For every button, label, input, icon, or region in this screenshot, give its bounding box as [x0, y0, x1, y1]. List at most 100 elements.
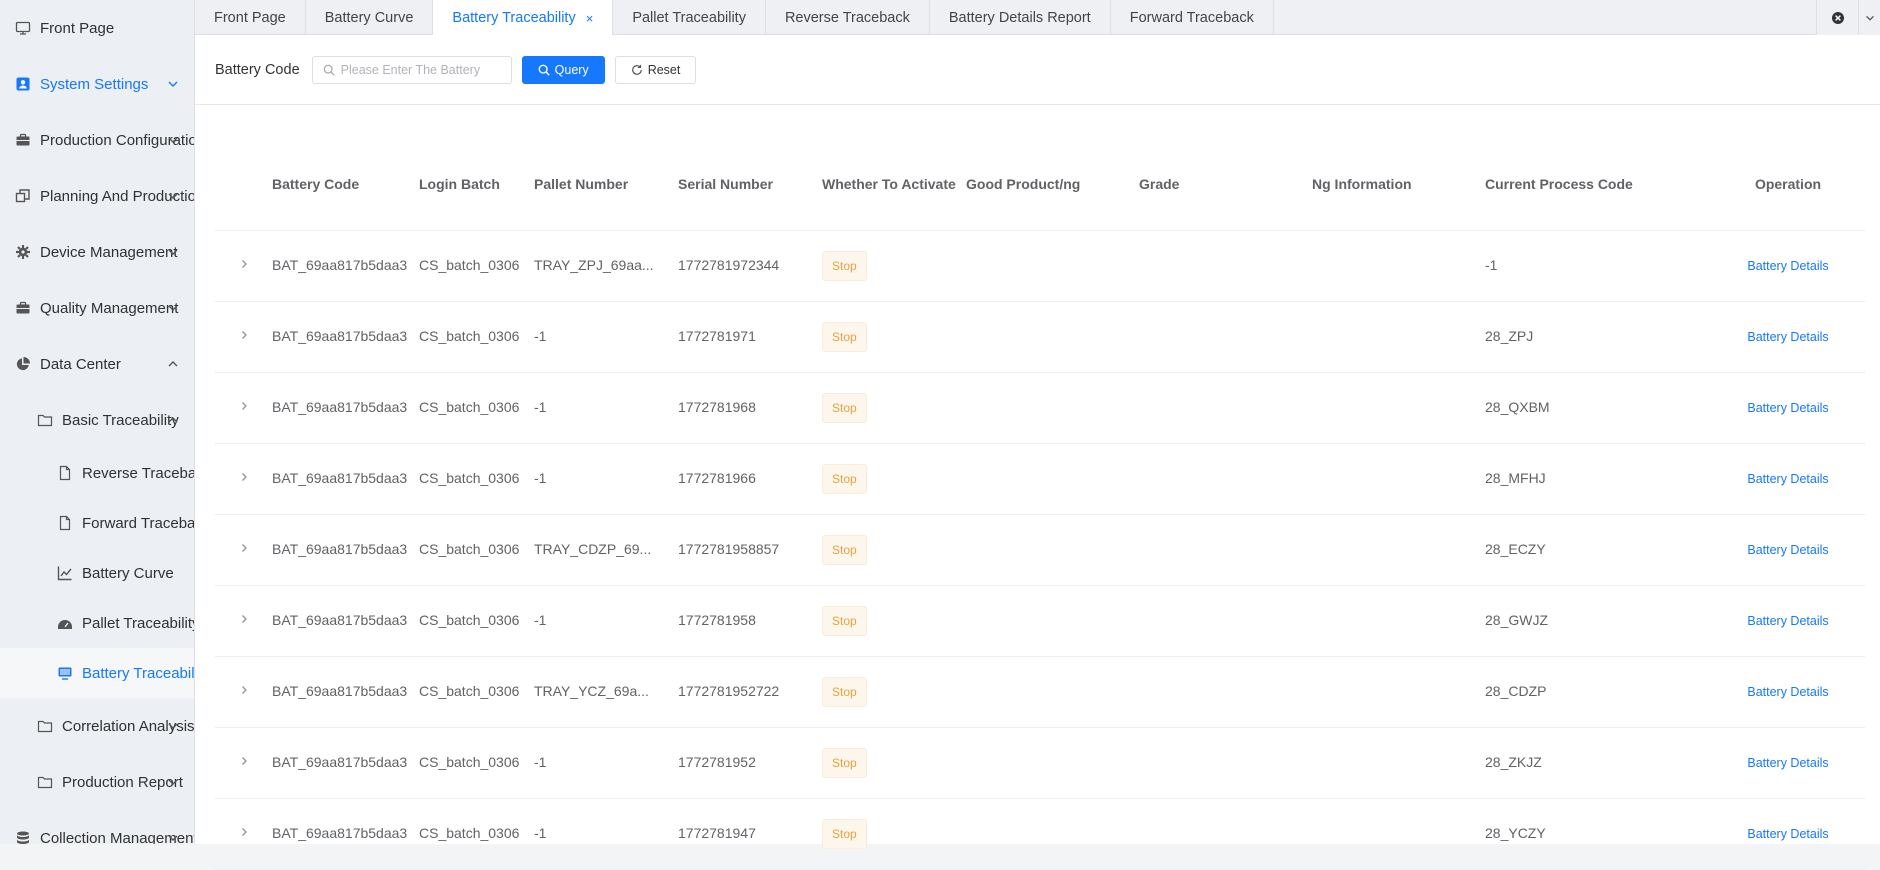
battery-code-cell: BAT_69aa817b5daa3 — [272, 257, 408, 273]
tab-label: Forward Traceback — [1129, 9, 1254, 26]
process-code-cell: 28_QXBM — [1485, 399, 1550, 415]
chevron-down-icon — [168, 305, 178, 311]
dashboard-icon — [56, 614, 74, 632]
status-badge: Stop — [822, 463, 867, 494]
table-header-row: Battery Code Login Batch Pallet Number S… — [215, 140, 1865, 231]
battery-table: Battery Code Login Batch Pallet Number S… — [215, 140, 1865, 870]
chevron-right-icon — [241, 828, 247, 836]
expand-row-button[interactable] — [215, 727, 272, 799]
serial-number-cell: 1772781947 — [678, 825, 756, 841]
login-batch-cell: CS_batch_0306 — [419, 754, 520, 770]
tab-label: Front Page — [214, 9, 286, 26]
header-serial-number: Serial Number — [678, 140, 822, 231]
login-batch-cell: CS_batch_0306 — [419, 257, 520, 273]
battery-details-link[interactable]: Battery Details — [1747, 756, 1828, 770]
reset-button[interactable]: Reset — [614, 55, 697, 84]
header-label: Pallet Number — [534, 176, 629, 193]
table-row: BAT_69aa817b5daa3 CS_batch_0306 -1 17727… — [215, 585, 1865, 657]
tab-label: Reverse Traceback — [784, 9, 910, 26]
close-circle-icon — [1831, 11, 1844, 24]
battery-details-link[interactable]: Battery Details — [1747, 472, 1828, 486]
chevron-up-icon — [168, 361, 178, 367]
battery-details-link[interactable]: Battery Details — [1747, 614, 1828, 628]
sidebar-item-pallet-traceability[interactable]: Pallet Traceability — [0, 598, 194, 648]
tabs-dropdown-button[interactable] — [1858, 0, 1880, 35]
sidebar-item-forward-traceback[interactable]: Forward Traceback — [0, 498, 194, 548]
expand-row-button[interactable] — [215, 230, 272, 302]
query-button[interactable]: Query — [521, 55, 605, 84]
chevron-right-icon — [241, 473, 247, 481]
status-badge: Stop — [822, 321, 867, 352]
battery-details-link[interactable]: Battery Details — [1747, 401, 1828, 415]
sidebar-item-system-settings[interactable]: System Settings — [0, 56, 194, 112]
sidebar-item-label: System Settings — [40, 75, 149, 93]
serial-number-cell: 1772781972344 — [678, 257, 780, 273]
chevron-down-icon — [168, 81, 178, 87]
sidebar-item-correlation-analysis[interactable]: Correlation Analysis — [0, 698, 194, 754]
header-label: Login Batch — [419, 176, 500, 193]
expand-row-button[interactable] — [215, 301, 272, 373]
tab-battery-curve[interactable]: Battery Curve — [306, 0, 434, 35]
folder-icon — [36, 773, 54, 791]
chevron-down-icon — [168, 835, 178, 841]
battery-details-link[interactable]: Battery Details — [1747, 330, 1828, 344]
reset-label: Reset — [647, 62, 681, 77]
sidebar-item-device-management[interactable]: Device Management — [0, 224, 194, 280]
tab-battery-details-report[interactable]: Battery Details Report — [930, 0, 1111, 35]
battery-details-link[interactable]: Battery Details — [1747, 827, 1828, 841]
expand-row-button[interactable] — [215, 798, 272, 870]
status-badge: Stop — [822, 250, 867, 281]
battery-code-input[interactable] — [340, 62, 501, 77]
sidebar-item-production-report[interactable]: Production Report — [0, 754, 194, 810]
status-badge: Stop — [822, 818, 867, 849]
sidebar-item-data-center[interactable]: Data Center — [0, 336, 194, 392]
sidebar-item-production-configuration[interactable]: Production Configuration — [0, 112, 194, 168]
sidebar-item-quality-management[interactable]: Quality Management — [0, 280, 194, 336]
chevron-down-icon — [1865, 15, 1874, 21]
sidebar-item-reverse-traceback[interactable]: Reverse Traceback — [0, 448, 194, 498]
header-pallet-number: Pallet Number — [534, 140, 678, 231]
sidebar-item-label: Device Management — [40, 243, 178, 261]
sidebar-item-front-page[interactable]: Front Page — [0, 0, 194, 56]
battery-details-link[interactable]: Battery Details — [1747, 685, 1828, 699]
serial-number-cell: 1772781971 — [678, 328, 756, 344]
serial-number-cell: 1772781952722 — [678, 683, 780, 699]
sidebar-item-basic-traceability[interactable]: Basic Traceability — [0, 392, 194, 448]
sidebar-item-label: Production Report — [62, 773, 183, 791]
battery-code-cell: BAT_69aa817b5daa3 — [272, 541, 408, 557]
sidebar-item-planning-and-production[interactable]: Planning And Production — [0, 168, 194, 224]
briefcase-icon — [14, 299, 32, 317]
tab-forward-traceback[interactable]: Forward Traceback — [1111, 0, 1274, 35]
chevron-down-icon — [168, 723, 178, 729]
pallet-number-cell: -1 — [534, 612, 547, 628]
tab-front-page[interactable]: Front Page — [195, 0, 306, 35]
expand-row-button[interactable] — [215, 372, 272, 444]
tab-bar: Front Page Battery Curve Battery Traceab… — [195, 0, 1880, 36]
tab-close-icon[interactable]: × — [586, 11, 594, 26]
sidebar-item-collection-management[interactable]: Collection Management — [0, 810, 194, 844]
tab-pallet-traceability[interactable]: Pallet Traceability — [613, 0, 766, 35]
sidebar-item-label: Basic Traceability — [62, 411, 179, 429]
expand-row-button[interactable] — [215, 585, 272, 657]
battery-details-link[interactable]: Battery Details — [1747, 543, 1828, 557]
sidebar-item-battery-curve[interactable]: Battery Curve — [0, 548, 194, 598]
close-all-tabs-button[interactable] — [1816, 0, 1858, 35]
tab-reverse-traceback[interactable]: Reverse Traceback — [766, 0, 930, 35]
tab-battery-traceability[interactable]: Battery Traceability × — [433, 0, 614, 36]
login-batch-cell: CS_batch_0306 — [419, 328, 520, 344]
folder-icon — [36, 411, 54, 429]
chevron-up-icon — [168, 417, 178, 423]
expand-row-button[interactable] — [215, 514, 272, 586]
search-icon — [538, 64, 550, 76]
table-row: BAT_69aa817b5daa3 CS_batch_0306 -1 17727… — [215, 798, 1865, 870]
table-row: BAT_69aa817b5daa3 CS_batch_0306 TRAY_YCZ… — [215, 656, 1865, 728]
battery-details-link[interactable]: Battery Details — [1747, 259, 1828, 273]
sidebar-item-battery-traceability[interactable]: Battery Traceability — [0, 648, 194, 698]
chevron-down-icon — [168, 249, 178, 255]
header-login-batch: Login Batch — [419, 140, 534, 231]
battery-code-search-box[interactable] — [311, 55, 512, 84]
expand-row-button[interactable] — [215, 443, 272, 515]
pallet-number-cell: -1 — [534, 328, 547, 344]
expand-row-button[interactable] — [215, 656, 272, 728]
process-code-cell: 28_ECZY — [1485, 541, 1546, 557]
